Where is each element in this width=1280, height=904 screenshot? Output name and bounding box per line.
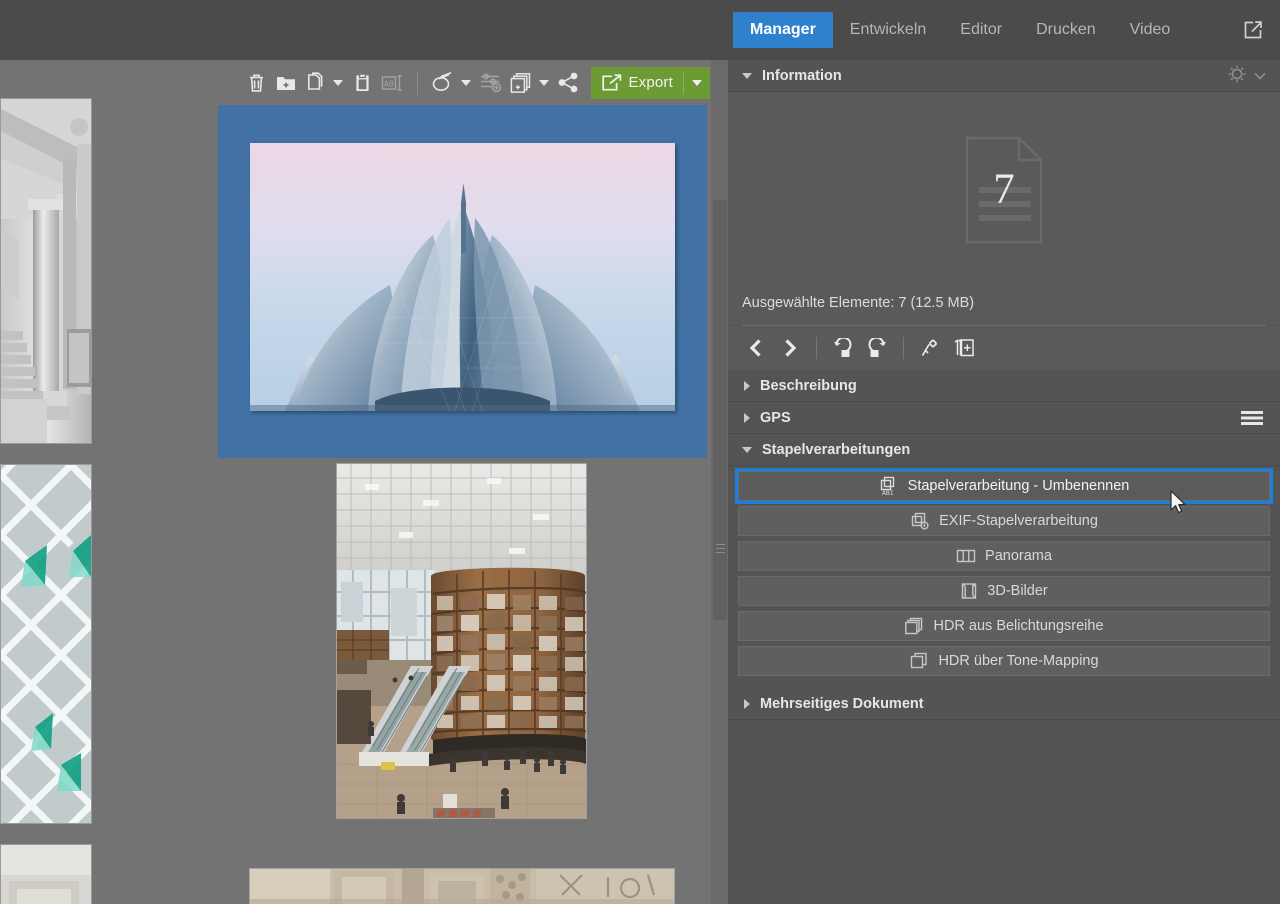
images-3d-label: 3D-Bilder [987,583,1048,599]
application-window: AB Export Manager Entwickeln Editor Druc… [0,0,1280,904]
tab-drucken[interactable]: Drucken [1019,12,1113,48]
section-header-information[interactable]: Information [728,60,1280,92]
workarea: AB Export [0,0,728,904]
batch-exif-button[interactable]: EXIF-Stapelverarbeitung [738,506,1270,536]
add-stack-icon[interactable] [948,332,980,364]
chevron-right-icon [744,698,750,709]
tab-editor[interactable]: Editor [943,12,1019,48]
rename-button[interactable]: AB [377,67,408,99]
new-folder-button[interactable] [271,67,301,99]
export-label: Export [628,74,673,91]
batch-rename-label: Stapelverarbeitung - Umbenennen [907,478,1130,494]
batch-rename-button[interactable]: ABI Stapelverarbeitung - Umbenennen [735,468,1273,504]
hdr-bracket-icon [904,617,924,635]
multi-document-icon: 7 [961,135,1047,245]
copy-button[interactable] [301,67,331,99]
cube-3d-icon [960,582,978,600]
svg-text:ABI: ABI [882,489,894,496]
tab-manager[interactable]: Manager [733,12,833,48]
toolbar-separator [417,70,419,95]
hdr-bracket-label: HDR aus Belichtungsreihe [933,618,1104,634]
tab-drucken-label: Drucken [1036,21,1096,38]
grid-image-library[interactable] [336,463,587,819]
chevron-down-icon [742,446,752,453]
chevron-right-icon [744,412,750,423]
section-header-gps-label: GPS [760,409,791,426]
gear-icon[interactable] [1227,64,1247,88]
hdr-tonemapping-button[interactable]: HDR über Tone-Mapping [738,646,1270,676]
grid-item-selected[interactable] [218,105,707,458]
hamburger-menu-icon[interactable] [1240,409,1280,427]
grid-image-relief[interactable] [249,868,675,904]
scrollbar-grip-icon [716,544,725,553]
share-button[interactable] [553,67,583,99]
export-dropdown-caret[interactable] [684,79,710,86]
batch-edit-dropdown-caret[interactable] [461,79,472,86]
selected-items-text: Ausgewählte Elemente: 7 (12.5 MB) [728,287,1280,325]
adjust-button[interactable] [475,67,506,99]
add-copy-dropdown-caret[interactable] [539,79,550,86]
thumbnail-strip[interactable] [0,60,92,904]
main-toolbar: AB Export [0,60,728,105]
image-actions-row [728,326,1280,370]
preview-count: 7 [993,166,1015,213]
hdr-bracket-button[interactable]: HDR aus Belichtungsreihe [738,611,1270,641]
previous-image-button[interactable] [740,332,772,364]
svg-text:AB: AB [384,79,394,88]
section-header-mehrseitiges-dokument[interactable]: Mehrseitiges Dokument [728,688,1280,720]
export-icon [591,73,622,92]
images-3d-button[interactable]: 3D-Bilder [738,576,1270,606]
section-header-beschreibung-label: Beschreibung [760,377,857,394]
grid-image-lotus-temple[interactable] [250,143,675,411]
top-bar-left [0,0,728,60]
tab-entwickeln[interactable]: Entwickeln [833,12,943,48]
section-header-gps[interactable]: GPS [728,402,1280,434]
panorama-icon [956,548,976,564]
external-link-icon[interactable] [1232,19,1280,41]
section-header-stapelverarbeitungen[interactable]: Stapelverarbeitungen [728,434,1280,466]
batch-edit-button[interactable] [427,67,459,99]
rotate-right-button[interactable] [861,332,893,364]
add-copy-button[interactable] [506,67,537,99]
panorama-label: Panorama [985,548,1052,564]
grid-scrollbar-thumb[interactable] [713,200,727,620]
hdr-tonemap-icon [909,652,929,670]
tab-video-label: Video [1129,21,1171,38]
batch-exif-label: EXIF-Stapelverarbeitung [939,513,1098,529]
information-dropdown-caret[interactable] [1254,68,1266,84]
actions-separator-2 [903,337,904,359]
thumbnail-lattice[interactable] [0,464,92,824]
mode-tabs: Manager Entwickeln Editor Drucken Video [728,0,1280,60]
chevron-down-icon [742,72,752,79]
preview-area: 7 [728,92,1280,287]
tab-video[interactable]: Video [1113,12,1188,48]
thumbnail-partial[interactable] [0,844,92,904]
section-header-information-label: Information [762,67,842,84]
tab-editor-label: Editor [960,21,1003,38]
batch-rename-icon: ABI [879,476,899,496]
batch-processing-list: ABI Stapelverarbeitung - Umbenennen EXIF… [728,468,1280,682]
right-panel: Manager Entwickeln Editor Drucken Video … [728,0,1280,904]
section-header-mehrseitiges-dokument-label: Mehrseitiges Dokument [760,695,924,712]
delete-button[interactable] [241,67,271,99]
copy-dropdown-caret[interactable] [333,79,344,86]
tab-manager-label: Manager [750,21,816,38]
export-button[interactable]: Export [591,66,710,99]
thumbnail-colonnade[interactable] [0,98,92,444]
next-image-button[interactable] [774,332,806,364]
section-header-beschreibung[interactable]: Beschreibung [728,370,1280,402]
hdr-tonemapping-label: HDR über Tone-Mapping [938,653,1099,669]
chevron-right-icon [744,380,750,391]
paste-button[interactable] [347,67,377,99]
panorama-button[interactable]: Panorama [738,541,1270,571]
tab-entwickeln-label: Entwickeln [849,21,927,38]
section-header-stapelverarbeitungen-label: Stapelverarbeitungen [762,441,911,458]
rotate-left-button[interactable] [827,332,859,364]
batch-exif-icon [910,511,930,531]
actions-separator-1 [816,337,817,359]
grid-scrollbar[interactable] [711,60,728,904]
magic-wand-icon[interactable] [914,332,946,364]
